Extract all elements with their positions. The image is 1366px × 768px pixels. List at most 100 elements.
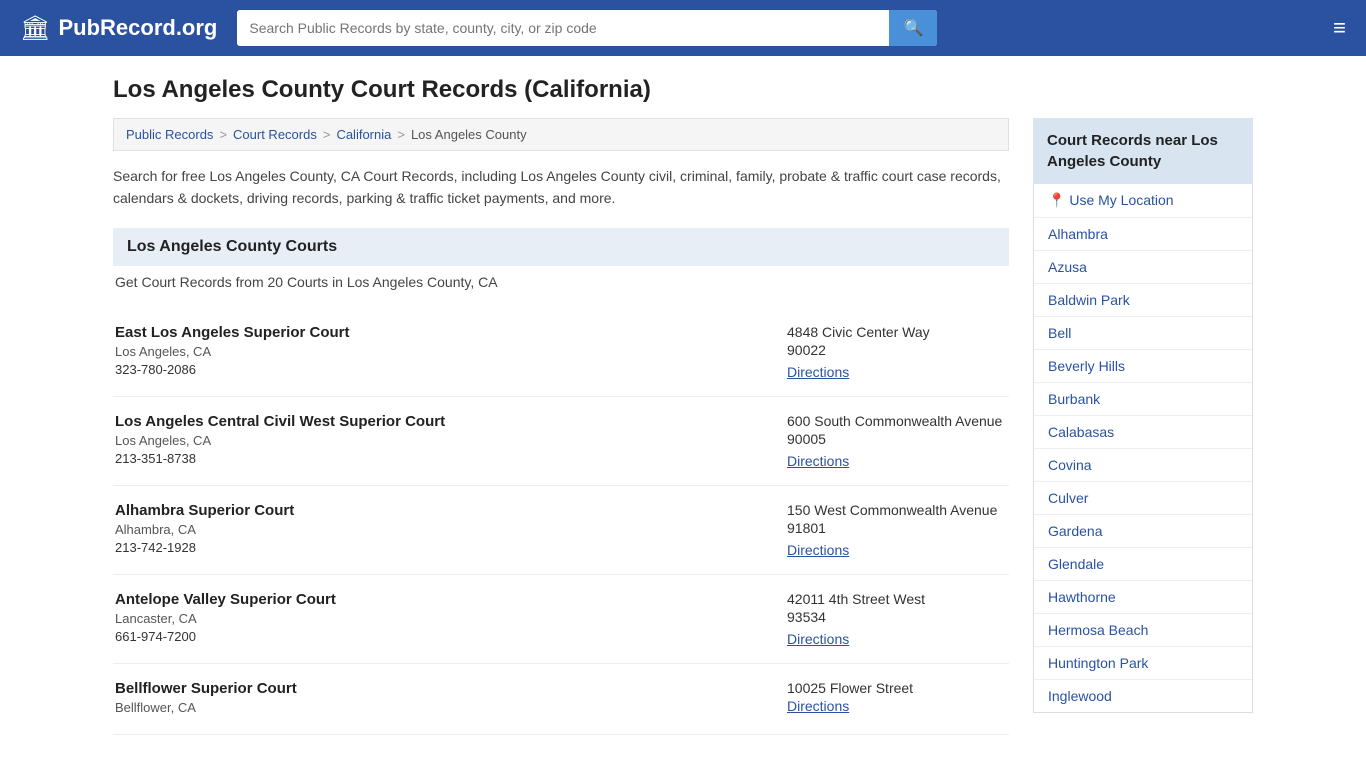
court-entry: Antelope Valley Superior Court Lancaster… xyxy=(113,575,1009,664)
menu-button[interactable]: ≡ xyxy=(1333,15,1346,41)
breadcrumb-court-records[interactable]: Court Records xyxy=(233,127,317,142)
sidebar-list: 📍 Use My Location AlhambraAzusaBaldwin P… xyxy=(1033,184,1253,713)
main-container: Los Angeles County Court Records (Califo… xyxy=(83,56,1283,755)
sidebar-city-link[interactable]: Azusa xyxy=(1034,251,1252,283)
court-location: Lancaster, CA xyxy=(115,611,336,626)
sidebar-city-link[interactable]: Bell xyxy=(1034,317,1252,349)
court-info: Antelope Valley Superior Court Lancaster… xyxy=(115,591,336,647)
sidebar-city-item[interactable]: Calabasas xyxy=(1034,416,1252,449)
court-street: 10025 Flower Street xyxy=(787,680,1007,696)
sidebar-city-link[interactable]: Burbank xyxy=(1034,383,1252,415)
court-name: Los Angeles Central Civil West Superior … xyxy=(115,413,445,430)
sidebar-use-location[interactable]: 📍 Use My Location xyxy=(1034,184,1252,218)
location-icon: 📍 xyxy=(1048,192,1065,208)
breadcrumb-california[interactable]: California xyxy=(336,127,391,142)
court-zip: 90022 xyxy=(787,342,1007,358)
sidebar-city-link[interactable]: Huntington Park xyxy=(1034,647,1252,679)
directions-link[interactable]: Directions xyxy=(787,364,849,380)
sidebar-city-item[interactable]: Hermosa Beach xyxy=(1034,614,1252,647)
court-entry: Bellflower Superior Court Bellflower, CA… xyxy=(113,664,1009,735)
description: Search for free Los Angeles County, CA C… xyxy=(113,165,1009,210)
court-zip: 90005 xyxy=(787,431,1007,447)
directions-link[interactable]: Directions xyxy=(787,453,849,469)
sidebar-city-link[interactable]: Calabasas xyxy=(1034,416,1252,448)
left-column: Public Records > Court Records > Califor… xyxy=(113,118,1009,735)
court-address: 42011 4th Street West 93534 Directions xyxy=(787,591,1007,647)
court-location: Los Angeles, CA xyxy=(115,344,350,359)
court-phone: 213-351-8738 xyxy=(115,451,445,466)
sidebar-city-link[interactable]: Gardena xyxy=(1034,515,1252,547)
search-bar: 🔍 xyxy=(237,10,937,46)
court-location: Los Angeles, CA xyxy=(115,433,445,448)
court-zip: 91801 xyxy=(787,520,1007,536)
sidebar-city-item[interactable]: Hawthorne xyxy=(1034,581,1252,614)
breadcrumb-sep-2: > xyxy=(323,127,331,142)
court-entry: Los Angeles Central Civil West Superior … xyxy=(113,397,1009,486)
sidebar-city-item[interactable]: Burbank xyxy=(1034,383,1252,416)
sidebar-city-item[interactable]: Beverly Hills xyxy=(1034,350,1252,383)
logo-icon: 🏛 xyxy=(20,14,50,43)
sidebar-city-link[interactable]: Covina xyxy=(1034,449,1252,481)
court-phone: 213-742-1928 xyxy=(115,540,294,555)
sidebar-city-link[interactable]: Glendale xyxy=(1034,548,1252,580)
sidebar-city-item[interactable]: Azusa xyxy=(1034,251,1252,284)
sidebar-city-link[interactable]: Beverly Hills xyxy=(1034,350,1252,382)
directions-link[interactable]: Directions xyxy=(787,542,849,558)
sidebar-title: Court Records near Los Angeles County xyxy=(1033,118,1253,184)
courts-list: East Los Angeles Superior Court Los Ange… xyxy=(113,308,1009,735)
sidebar-city-item[interactable]: Inglewood xyxy=(1034,680,1252,712)
court-location: Alhambra, CA xyxy=(115,522,294,537)
sidebar-city-item[interactable]: Culver xyxy=(1034,482,1252,515)
use-location-label: Use My Location xyxy=(1069,192,1173,208)
court-name: Antelope Valley Superior Court xyxy=(115,591,336,608)
sidebar-city-item[interactable]: Bell xyxy=(1034,317,1252,350)
court-street: 600 South Commonwealth Avenue xyxy=(787,413,1007,429)
court-address: 10025 Flower Street Directions xyxy=(787,680,1007,718)
court-phone: 661-974-7200 xyxy=(115,629,336,644)
court-info: East Los Angeles Superior Court Los Ange… xyxy=(115,324,350,380)
sidebar-city-link[interactable]: Hawthorne xyxy=(1034,581,1252,613)
logo[interactable]: 🏛 PubRecord.org xyxy=(20,14,217,43)
directions-link[interactable]: Directions xyxy=(787,631,849,647)
breadcrumb-sep-3: > xyxy=(397,127,405,142)
sidebar-city-link[interactable]: Alhambra xyxy=(1034,218,1252,250)
breadcrumb-public-records[interactable]: Public Records xyxy=(126,127,213,142)
section-sub-heading: Get Court Records from 20 Courts in Los … xyxy=(113,274,1009,290)
logo-text: PubRecord.org xyxy=(58,15,217,41)
court-name: Alhambra Superior Court xyxy=(115,502,294,519)
sidebar-city-link[interactable]: Hermosa Beach xyxy=(1034,614,1252,646)
court-location: Bellflower, CA xyxy=(115,700,297,715)
court-info: Bellflower Superior Court Bellflower, CA xyxy=(115,680,297,718)
court-info: Los Angeles Central Civil West Superior … xyxy=(115,413,445,469)
sidebar-city-item[interactable]: Covina xyxy=(1034,449,1252,482)
court-address: 150 West Commonwealth Avenue 91801 Direc… xyxy=(787,502,1007,558)
section-heading: Los Angeles County Courts xyxy=(113,228,1009,266)
sidebar-city-link[interactable]: Baldwin Park xyxy=(1034,284,1252,316)
court-info: Alhambra Superior Court Alhambra, CA 213… xyxy=(115,502,294,558)
court-street: 42011 4th Street West xyxy=(787,591,1007,607)
sidebar-city-link[interactable]: Culver xyxy=(1034,482,1252,514)
breadcrumb: Public Records > Court Records > Califor… xyxy=(113,118,1009,151)
sidebar-city-item[interactable]: Huntington Park xyxy=(1034,647,1252,680)
right-sidebar: Court Records near Los Angeles County 📍 … xyxy=(1033,118,1253,735)
directions-link[interactable]: Directions xyxy=(787,698,849,714)
court-name: Bellflower Superior Court xyxy=(115,680,297,697)
search-button[interactable]: 🔍 xyxy=(889,10,937,46)
page-title: Los Angeles County Court Records (Califo… xyxy=(113,76,1253,104)
sidebar-city-item[interactable]: Alhambra xyxy=(1034,218,1252,251)
sidebar-city-item[interactable]: Gardena xyxy=(1034,515,1252,548)
court-entry: East Los Angeles Superior Court Los Ange… xyxy=(113,308,1009,397)
court-address: 600 South Commonwealth Avenue 90005 Dire… xyxy=(787,413,1007,469)
content-layout: Public Records > Court Records > Califor… xyxy=(113,118,1253,735)
sidebar-city-link[interactable]: Inglewood xyxy=(1034,680,1252,712)
court-address: 4848 Civic Center Way 90022 Directions xyxy=(787,324,1007,380)
search-input[interactable] xyxy=(237,12,889,44)
breadcrumb-sep-1: > xyxy=(219,127,227,142)
court-entry: Alhambra Superior Court Alhambra, CA 213… xyxy=(113,486,1009,575)
court-name: East Los Angeles Superior Court xyxy=(115,324,350,341)
header: 🏛 PubRecord.org 🔍 ≡ xyxy=(0,0,1366,56)
court-zip: 93534 xyxy=(787,609,1007,625)
sidebar-city-item[interactable]: Baldwin Park xyxy=(1034,284,1252,317)
court-phone: 323-780-2086 xyxy=(115,362,350,377)
sidebar-city-item[interactable]: Glendale xyxy=(1034,548,1252,581)
